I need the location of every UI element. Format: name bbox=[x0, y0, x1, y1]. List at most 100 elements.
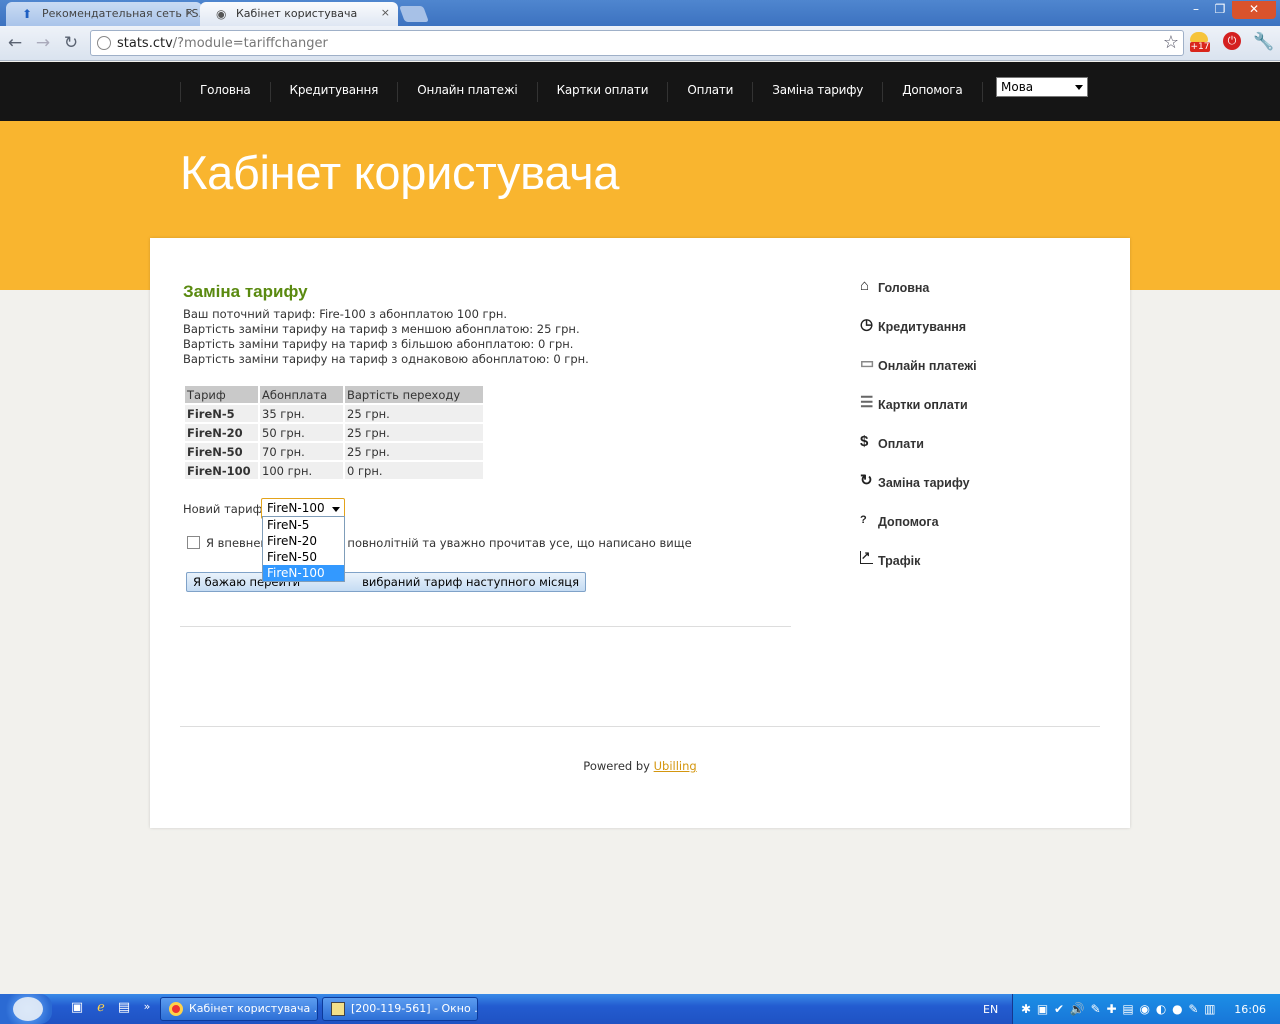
submit-button[interactable]: Я бажаю перейти вибраний тариф наступного… bbox=[186, 572, 587, 592]
save-icon[interactable]: ▣ bbox=[68, 1000, 86, 1018]
app-icon[interactable]: ▤ bbox=[115, 1000, 133, 1018]
question-icon: ? bbox=[860, 514, 867, 526]
info-line: Вартість заміни тарифу на тариф з однако… bbox=[183, 352, 589, 366]
content-area: Заміна тарифу Ваш поточний тариф: Fire-1… bbox=[183, 282, 803, 592]
table-row: FireN-50 70 грн. 25 грн. bbox=[185, 443, 483, 460]
sidebar-item-label: Заміна тарифу bbox=[878, 476, 970, 490]
browser-tabstrip: ⬆ Рекомендательная сеть FS.с × ◉ Кабінет… bbox=[0, 0, 1280, 26]
footer: Powered by Ubilling bbox=[150, 759, 1130, 773]
main-card: Заміна тарифу Ваш поточний тариф: Fire-1… bbox=[150, 238, 1130, 828]
sidebar-item-label: Картки оплати bbox=[878, 398, 968, 412]
taskbar-label: Кабінет користувача ... bbox=[189, 1002, 318, 1015]
submit-text-right: вибраний тариф наступного місяця bbox=[362, 575, 580, 589]
menu-item-tariff-change[interactable]: Заміна тарифу bbox=[752, 82, 882, 102]
window-icon bbox=[331, 1002, 345, 1016]
language-select-value: Мова bbox=[1001, 80, 1034, 94]
tab-cabinet[interactable]: ◉ Кабінет користувача × bbox=[200, 2, 398, 26]
ie-icon[interactable]: ℯ bbox=[92, 1000, 110, 1018]
chrome-icon bbox=[169, 1002, 183, 1016]
ubilling-link[interactable]: Ubilling bbox=[654, 759, 697, 773]
confirm-text-right: я повнолітній та уважно прочитав усе, що… bbox=[336, 536, 692, 550]
powered-by-text: Powered by bbox=[583, 759, 650, 773]
column-header: Абонплата bbox=[260, 386, 343, 403]
close-window-button[interactable]: ✕ bbox=[1232, 1, 1276, 19]
taskbar-chrome[interactable]: Кабінет користувача ... bbox=[160, 997, 318, 1021]
chevron-down-icon bbox=[332, 507, 340, 512]
taskbar-window[interactable]: [200-119-561] - Окно ... bbox=[322, 997, 478, 1021]
reload-icon[interactable]: ↻ bbox=[60, 32, 82, 54]
divider bbox=[180, 726, 1100, 727]
back-icon[interactable]: ← bbox=[4, 32, 26, 54]
dropdown-option[interactable]: FireN-20 bbox=[263, 533, 344, 549]
extension-badge: +17 bbox=[1190, 42, 1210, 52]
table-row: FireN-100 100 грн. 0 грн. bbox=[185, 462, 483, 479]
taskbar-label: [200-119-561] - Окно ... bbox=[351, 1002, 478, 1015]
menu-item-credit[interactable]: Кредитування bbox=[269, 82, 398, 102]
dropdown-option-selected[interactable]: FireN-100 bbox=[263, 565, 344, 581]
confirm-checkbox[interactable] bbox=[187, 536, 200, 549]
sidebar-item-label: Головна bbox=[878, 281, 930, 295]
eye-icon: ◉ bbox=[216, 7, 227, 21]
menu-item-online-payments[interactable]: Онлайн платежі bbox=[397, 82, 536, 102]
minimize-button[interactable]: – bbox=[1184, 1, 1208, 19]
home-icon: ⌂ bbox=[860, 277, 870, 294]
divider bbox=[180, 626, 791, 627]
language-select[interactable]: Мова bbox=[996, 77, 1088, 97]
weather-extension-icon[interactable]: +17 bbox=[1190, 32, 1210, 54]
column-header: Вартість переходу bbox=[345, 386, 483, 403]
dropdown-option[interactable]: FireN-50 bbox=[263, 549, 344, 565]
forward-icon[interactable]: → bbox=[32, 32, 54, 54]
close-icon[interactable]: × bbox=[185, 6, 194, 19]
table-cell: 100 грн. bbox=[260, 462, 343, 479]
tab-recommend[interactable]: ⬆ Рекомендательная сеть FS.с × bbox=[6, 2, 202, 26]
more-icon[interactable]: » bbox=[138, 1000, 156, 1018]
url-host: stats.ctv bbox=[117, 36, 173, 51]
new-tab-button[interactable] bbox=[399, 6, 429, 22]
site-title: Кабінет користувача bbox=[180, 146, 620, 199]
card-icon: ▭ bbox=[860, 355, 875, 372]
info-line: Вартість заміни тарифу на тариф з більшо… bbox=[183, 337, 574, 351]
arrow-up-icon: ⬆ bbox=[22, 7, 33, 21]
tray-icons[interactable]: ✱ ▣ ✔ 🔊 ✎ ✚ ▤ ◉ ◐ ● ✎ ▥ bbox=[1021, 1002, 1217, 1016]
star-icon[interactable]: ☆ bbox=[1163, 32, 1179, 53]
address-bar[interactable]: stats.ctv/?module=tariffchanger ☆ bbox=[90, 30, 1184, 56]
site-nav: Головна Кредитування Онлайн платежі Карт… bbox=[0, 62, 1280, 121]
adblock-icon[interactable]: ⏻ bbox=[1222, 32, 1242, 54]
tab-label: Рекомендательная сеть FS.с bbox=[42, 7, 202, 20]
dropdown-option[interactable]: FireN-5 bbox=[263, 517, 344, 533]
column-header: Тариф bbox=[185, 386, 258, 403]
taskbar: ▣ ℯ ▤ » Кабінет користувача ... [200-119… bbox=[0, 994, 1280, 1024]
menu-item-payment-cards[interactable]: Картки оплати bbox=[536, 82, 668, 102]
url-text: stats.ctv/?module=tariffchanger bbox=[117, 36, 328, 51]
sidebar-item-label: Допомога bbox=[878, 515, 939, 529]
wrench-icon[interactable]: 🔧 bbox=[1253, 32, 1274, 54]
chart-icon: ↗ bbox=[860, 551, 873, 564]
table-row: FireN-5 35 грн. 25 грн. bbox=[185, 405, 483, 422]
windows-logo-icon bbox=[13, 997, 43, 1021]
menu-item-help[interactable]: Допомога bbox=[882, 82, 981, 102]
url-path: /?module=tariffchanger bbox=[172, 36, 328, 51]
language-indicator[interactable]: EN bbox=[983, 1003, 998, 1016]
restore-button[interactable]: ❐ bbox=[1208, 1, 1232, 19]
sidebar-item-label: Оплати bbox=[878, 437, 924, 451]
sidebar-item-label: Трафік bbox=[878, 554, 921, 568]
close-icon[interactable]: × bbox=[381, 6, 390, 19]
tariff-info: Ваш поточний тариф: Fire-100 з абонплато… bbox=[183, 307, 803, 367]
new-tariff-label: Новий тариф bbox=[183, 502, 263, 516]
start-button[interactable] bbox=[0, 994, 52, 1024]
table-cell: 25 грн. bbox=[345, 424, 483, 441]
table-cell: FireN-50 bbox=[185, 443, 258, 460]
sidebar-item-label: Онлайн платежі bbox=[878, 359, 977, 373]
tariff-table: Тариф Абонплата Вартість переходу FireN-… bbox=[183, 384, 485, 481]
menu-item-payments[interactable]: Оплати bbox=[667, 82, 752, 102]
table-cell: 35 грн. bbox=[260, 405, 343, 422]
table-cell: 70 грн. bbox=[260, 443, 343, 460]
table-cell: 25 грн. bbox=[345, 405, 483, 422]
document-icon: ☰ bbox=[860, 394, 874, 411]
table-cell: 25 грн. bbox=[345, 443, 483, 460]
table-cell: 0 грн. bbox=[345, 462, 483, 479]
info-line: Вартість заміни тарифу на тариф з меншою… bbox=[183, 322, 580, 336]
browser-toolbar: ← → ↻ stats.ctv/?module=tariffchanger ☆ … bbox=[0, 26, 1280, 61]
menu-item-home[interactable]: Головна bbox=[180, 82, 270, 102]
table-header-row: Тариф Абонплата Вартість переходу bbox=[185, 386, 483, 403]
